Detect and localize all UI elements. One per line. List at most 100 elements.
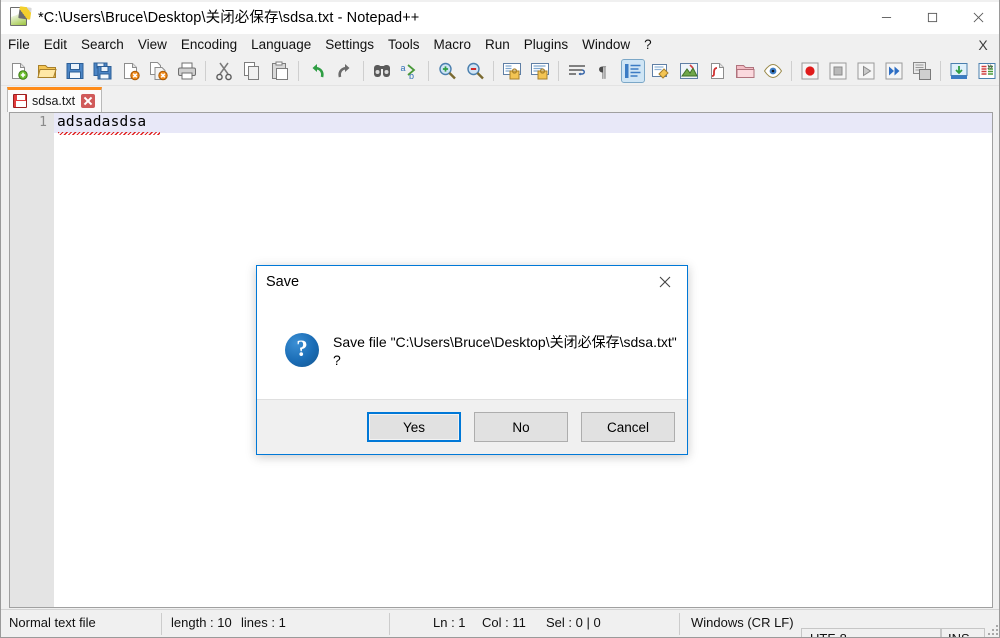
svg-text:a: a [401,63,406,73]
status-insert-mode-box: INS [941,628,985,637]
toolbar-separator [428,61,429,81]
show-all-characters-icon[interactable]: ¶ [594,60,616,82]
unsaved-file-icon [13,94,27,108]
monitoring-icon[interactable] [762,60,784,82]
maximize-icon[interactable] [909,0,955,34]
save-dialog: Save ? Save file "C:\Users\Bruce\Desktop… [256,265,688,455]
document-map-icon[interactable] [678,60,700,82]
indent-guide-icon[interactable] [621,59,645,83]
new-file-icon[interactable] [8,60,30,82]
current-line-highlight [54,113,992,133]
toolbar-separator [205,61,206,81]
sync-vertical-scroll-icon[interactable] [501,60,523,82]
toolbar-separator [558,61,559,81]
question-mark-icon: ? [285,332,319,367]
zoom-in-icon[interactable] [436,60,458,82]
tab-label: sdsa.txt [32,94,76,108]
window-controls [863,0,999,34]
close-icon[interactable] [955,0,999,34]
status-divider [161,613,162,635]
svg-text:¶: ¶ [599,64,607,81]
dialog-close-icon[interactable] [643,266,687,297]
menu-item-macro[interactable]: Macro [427,35,479,56]
title-bar: *C:\Users\Bruce\Desktop\关闭必保存\sdsa.txt -… [1,0,999,34]
sync-horizontal-scroll-icon[interactable] [529,60,551,82]
redo-icon[interactable] [334,60,356,82]
close-document-icon[interactable]: X [975,36,991,54]
line-number-gutter: 1 [10,113,54,607]
run-icon[interactable] [948,60,970,82]
notepad-plus-plus-icon [9,5,32,28]
user-defined-dialog-icon[interactable] [650,60,672,82]
tab-close-icon[interactable] [81,94,96,108]
open-file-icon[interactable] [36,60,58,82]
cancel-button[interactable]: Cancel [581,412,675,442]
minimize-icon[interactable] [863,0,909,34]
toolbar-overflow-icon[interactable]: » [987,61,993,73]
status-length: length : 10 [171,615,232,630]
tab-sdsa-txt[interactable]: sdsa.txt [7,87,103,112]
menu-item-run[interactable]: Run [478,35,517,56]
dialog-buttons: Yes No Cancel [257,399,687,454]
menu-item-plugins[interactable]: Plugins [517,35,575,56]
save-icon[interactable] [64,60,86,82]
yes-button[interactable]: Yes [367,412,461,442]
menu-item-file[interactable]: File [1,35,37,56]
status-encoding-box: UTF-8 [801,628,941,637]
function-list-icon[interactable] [706,60,728,82]
undo-icon[interactable] [306,60,328,82]
spell-error-underline [58,132,160,135]
paste-icon[interactable] [269,60,291,82]
status-sel: Sel : 0 | 0 [546,615,601,630]
close-file-icon[interactable] [120,60,142,82]
copy-icon[interactable] [241,60,263,82]
status-ln: Ln : 1 [433,615,466,630]
resize-grip-icon[interactable] [988,625,998,635]
folder-as-workspace-icon[interactable] [734,60,756,82]
menu-item-encoding[interactable]: Encoding [174,35,244,56]
no-button[interactable]: No [474,412,568,442]
dialog-title-bar: Save [257,266,687,298]
status-divider [679,613,680,635]
toolbar: a b ¶ » [1,57,999,86]
status-divider [389,613,390,635]
toolbar-separator [363,61,364,81]
status-file-type: Normal text file [9,615,96,630]
dialog-message: Save file "C:\Users\Bruce\Desktop\关闭必保存\… [333,333,677,368]
toolbar-separator [940,61,941,81]
title-accent-strip [1,0,999,2]
menu-item-settings[interactable]: Settings [318,35,381,56]
menu-item-language[interactable]: Language [244,35,318,56]
line-number: 1 [39,115,47,130]
notepad-plus-plus-window: *C:\Users\Bruce\Desktop\关闭必保存\sdsa.txt -… [0,0,1000,638]
toolbar-separator [791,61,792,81]
tab-bar: sdsa.txt [1,86,999,112]
word-wrap-icon[interactable] [566,60,588,82]
menu-item-tools[interactable]: Tools [381,35,427,56]
menu-item-window[interactable]: Window [575,35,637,56]
window-title: *C:\Users\Bruce\Desktop\关闭必保存\sdsa.txt -… [38,10,420,26]
save-all-icon[interactable] [92,60,114,82]
record-macro-icon[interactable] [799,60,821,82]
find-icon[interactable] [371,60,393,82]
replace-icon[interactable]: a b [399,60,421,82]
status-bar: Normal text file length : 10 lines : 1 L… [1,609,999,637]
zoom-out-icon[interactable] [464,60,486,82]
run-macro-multiple-icon[interactable] [883,60,905,82]
print-icon[interactable] [176,60,198,82]
dialog-body: ? Save file "C:\Users\Bruce\Desktop\关闭必保… [257,298,687,401]
status-col: Col : 11 [482,615,526,630]
menu-bar: File Edit Search View Encoding Language … [1,34,999,57]
menu-item-search[interactable]: Search [74,35,131,56]
cut-icon[interactable] [213,60,235,82]
stop-macro-icon[interactable] [827,60,849,82]
play-macro-icon[interactable] [855,60,877,82]
dialog-title: Save [266,274,300,290]
close-all-icon[interactable] [148,60,170,82]
toolbar-separator [298,61,299,81]
menu-item-edit[interactable]: Edit [37,35,74,56]
menu-item-help[interactable]: ? [637,35,659,56]
menu-item-view[interactable]: View [131,35,174,56]
status-encoding: UTF-8 [810,631,847,637]
save-macro-icon[interactable] [911,60,933,82]
